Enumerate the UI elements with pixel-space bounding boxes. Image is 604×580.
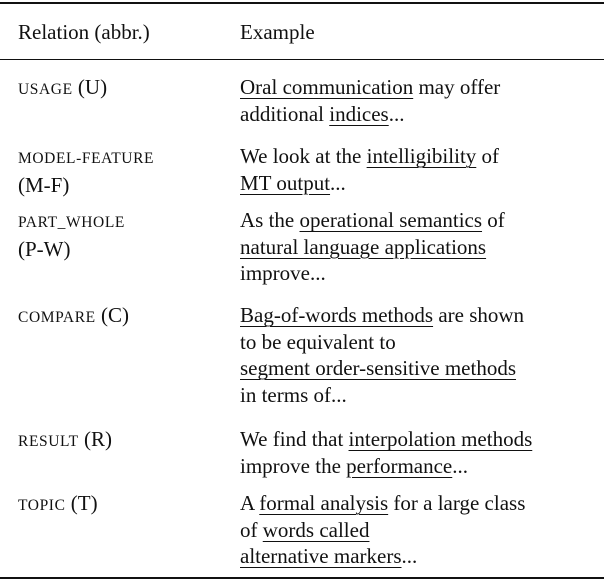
example-text: improve... [240,261,326,285]
example-line: to be equivalent to [240,329,600,356]
relation-name: PART_WHOLE [18,214,125,231]
example-line: segment order-sensitive methods [240,355,600,382]
example-line: improve the performance... [240,453,600,480]
relation-cell: PART_WHOLE (P-W) [18,207,125,262]
example-text: in terms of... [240,382,347,407]
relation-name: MODEL-FEATURE [18,150,155,167]
entity-mention: indices [329,101,389,126]
example-cell: A formal analysis for a large class of wo… [240,490,600,570]
relation-abbr: (M-F) [18,173,70,197]
relation-abbr: (U) [77,75,108,99]
header-relation: Relation (abbr.) [18,20,150,44]
example-line: alternative markers... [240,543,600,570]
example-line: of words called [240,517,600,544]
entity-mention: Bag-of-words methods [240,303,434,327]
example-line: improve... [240,260,600,287]
example-text: are shown [433,303,525,327]
header-example: Example [240,20,315,44]
entity-mention: interpolation methods [348,427,533,451]
relation-name: RESULT [18,433,79,450]
example-line: We look at the intelligibility of [240,143,600,170]
example-text: of [482,208,505,232]
example-line: Bag-of-words methods are shown [240,302,600,329]
example-text: to be equivalent to [240,329,396,354]
relation-abbr: (C) [100,303,129,327]
relation-abbr: (P-W) [18,237,71,261]
example-text: ... [401,544,418,568]
entity-mention: segment order-sensitive methods [240,356,517,380]
example-line: We find that interpolation methods [240,426,600,453]
header-rule [0,59,604,60]
example-text: improve the [240,453,347,478]
example-line: As the operational semantics of [240,207,600,234]
example-cell: Oral communication may offer additional i… [240,74,600,127]
example-text: may offer [413,75,501,99]
example-text: As the [240,208,300,232]
example-cell: As the operational semantics of natural l… [240,207,600,287]
entity-mention: MT output [240,170,331,195]
example-text: ... [388,101,405,126]
entity-mention: operational semantics [299,208,483,232]
relation-name: TOPIC [18,497,66,514]
example-text: A [240,491,260,515]
entity-mention: natural language applications [240,234,487,259]
entity-mention: words called [262,517,370,542]
example-line: A formal analysis for a large class [240,490,600,517]
example-line: MT output... [240,170,600,197]
example-cell: Bag-of-words methods are shown to be equi… [240,302,600,408]
example-text: of [240,517,263,542]
relation-cell: TOPIC (T) [18,490,98,519]
example-cell: We look at the intelligibility of MT outp… [240,143,600,196]
example-line: additional indices... [240,101,600,128]
example-text: ... [452,453,468,478]
example-text: We look at the [240,144,367,168]
relation-cell: RESULT (R) [18,426,112,455]
bottom-rule [0,577,604,579]
example-text: ... [330,170,346,195]
entity-mention: intelligibility [366,144,477,168]
example-text: We find that [240,427,349,451]
entity-mention: performance [346,453,453,478]
example-line: Oral communication may offer [240,74,600,101]
example-text: for a large class [388,491,526,515]
relation-cell: MODEL-FEATURE (M-F) [18,143,154,198]
relation-abbr: (R) [83,427,112,451]
top-rule [0,2,604,4]
relation-name: COMPARE [18,309,96,326]
entity-mention: Oral communication [240,75,414,99]
example-text: of [476,144,500,168]
entity-mention: formal analysis [259,491,389,515]
example-cell: We find that interpolation methods improv… [240,426,600,479]
relation-cell: USAGE (U) [18,74,107,103]
example-text: additional [240,101,330,126]
example-line: in terms of... [240,382,600,409]
relation-cell: COMPARE (C) [18,302,129,331]
example-line: natural language applications [240,234,600,261]
relation-abbr: (T) [70,491,98,515]
entity-mention: alternative markers [240,544,402,568]
relation-name: USAGE [18,81,73,98]
